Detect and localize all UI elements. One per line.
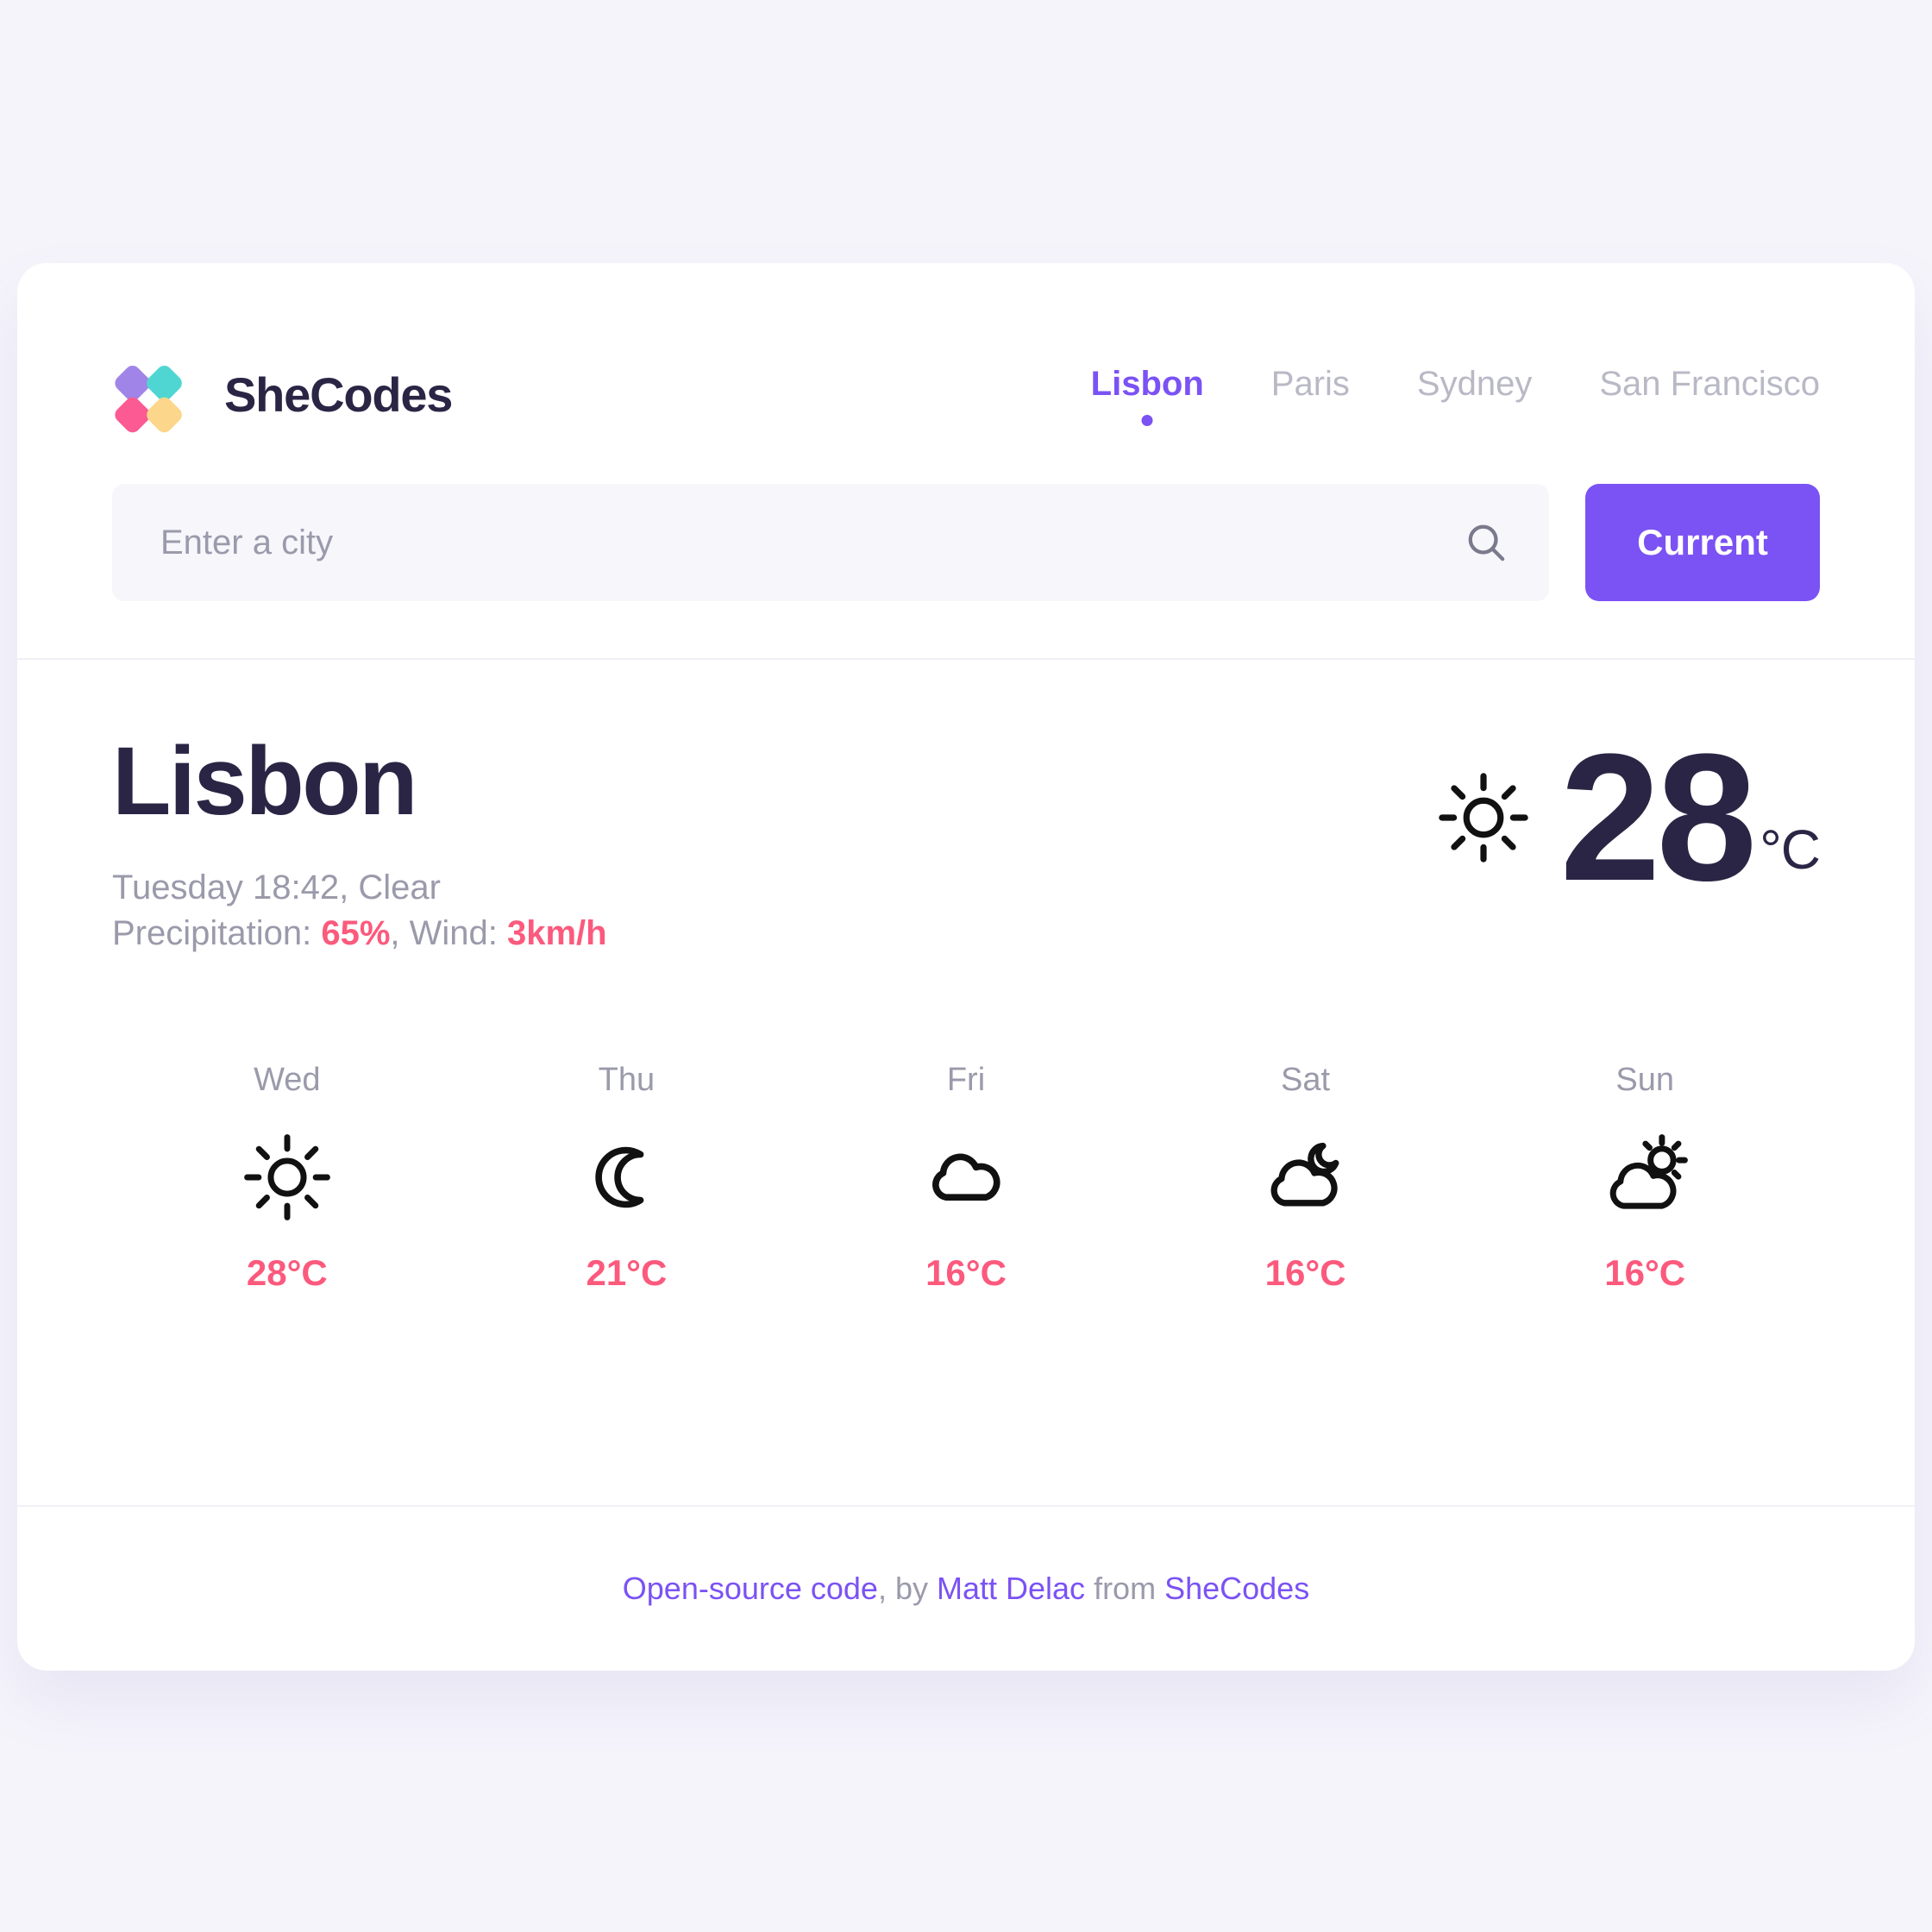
sun-icon: [1436, 770, 1560, 865]
precipitation-wind-line: Precipitation: 65%, Wind: 3km/h: [112, 911, 607, 957]
forecast-day: Fri 16°C: [817, 1062, 1115, 1294]
footer-text: Open-source code, by Matt Delac from She…: [623, 1571, 1309, 1607]
current-weather-details: Lisbon Tuesday 18:42, Clear Precipitatio…: [112, 731, 607, 957]
page-root: SheCodes Lisbon Paris Sydney San Francis…: [0, 0, 1932, 1932]
shecodes-link[interactable]: SheCodes: [1164, 1571, 1309, 1606]
cloud-icon: [920, 1099, 1012, 1252]
page-title: Lisbon: [112, 727, 418, 835]
shecodes-logo-icon: [112, 349, 202, 439]
cloud-sun-icon: [1599, 1099, 1690, 1252]
brand-name: SheCodes: [224, 367, 453, 422]
sun-icon: [242, 1099, 333, 1252]
forecast-day-temp: 16°C: [925, 1251, 1007, 1293]
wind-label: Wind:: [409, 913, 507, 952]
search-icon[interactable]: [1463, 519, 1509, 566]
nav-item-san-francisco[interactable]: San Francisco: [1599, 365, 1820, 430]
card-header: SheCodes Lisbon Paris Sydney San Francis…: [17, 263, 1915, 439]
forecast-row: Wed 28°C Thu 21°C Fri 16°C Sat 16°C Sun …: [17, 957, 1915, 1294]
forecast-day-temp: 16°C: [1264, 1251, 1346, 1293]
current-weather-meta: Tuesday 18:42, Clear Precipitation: 65%,…: [112, 865, 607, 957]
forecast-day-temp: 21°C: [586, 1251, 668, 1293]
meta-separator: ,: [390, 913, 410, 952]
nav-item-lisbon[interactable]: Lisbon: [1091, 365, 1204, 430]
footer-by-text: , by: [877, 1571, 937, 1606]
forecast-day: Sat 16°C: [1157, 1062, 1455, 1294]
current-temperature-block: 28 °C: [1436, 716, 1821, 919]
current-temperature-value: 28: [1559, 716, 1758, 919]
footer: Open-source code, by Matt Delac from She…: [17, 1507, 1915, 1671]
city-nav: Lisbon Paris Sydney San Francisco: [1091, 365, 1820, 430]
cloud-moon-icon: [1260, 1099, 1352, 1252]
nav-item-paris[interactable]: Paris: [1271, 365, 1350, 430]
author-link[interactable]: Matt Delac: [937, 1571, 1085, 1606]
open-source-code-link[interactable]: Open-source code: [623, 1571, 878, 1606]
forecast-day-label: Fri: [946, 1061, 986, 1098]
forecast-day-label: Sun: [1615, 1061, 1674, 1098]
wind-value: 3km/h: [507, 913, 607, 952]
day-time-condition: Tuesday 18:42, Clear: [112, 868, 441, 906]
current-location-button[interactable]: Current: [1585, 484, 1820, 601]
forecast-day-temp: 28°C: [246, 1251, 328, 1293]
forecast-day-label: Thu: [598, 1061, 656, 1098]
brand-logo[interactable]: SheCodes: [112, 349, 453, 439]
search-box[interactable]: [112, 484, 1549, 601]
forecast-day-label: Sat: [1281, 1061, 1331, 1098]
current-weather: Lisbon Tuesday 18:42, Clear Precipitatio…: [17, 660, 1915, 957]
forecast-day: Sun 16°C: [1496, 1062, 1794, 1294]
forecast-day-temp: 16°C: [1604, 1251, 1686, 1293]
nav-item-sydney[interactable]: Sydney: [1417, 365, 1532, 430]
footer-from-text: from: [1085, 1571, 1165, 1606]
search-input[interactable]: [160, 523, 1463, 562]
moon-icon: [580, 1099, 672, 1252]
forecast-day-label: Wed: [254, 1061, 321, 1098]
forecast-day: Wed 28°C: [138, 1062, 436, 1294]
search-row: Current: [17, 439, 1915, 601]
weather-card: SheCodes Lisbon Paris Sydney San Francis…: [17, 263, 1915, 1671]
precipitation-value: 65%: [321, 913, 391, 952]
forecast-day: Thu 21°C: [478, 1062, 776, 1294]
temperature-unit: °C: [1760, 818, 1821, 881]
precipitation-label: Precipitation:: [112, 913, 322, 952]
